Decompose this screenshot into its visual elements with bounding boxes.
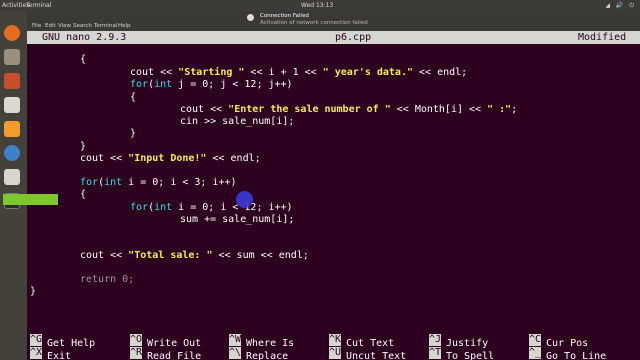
file-name: p6.cpp (335, 32, 372, 43)
amazon-icon[interactable] (4, 169, 20, 185)
code-line: { (80, 189, 87, 200)
shortcut-write-out[interactable]: ^O Write Out (130, 334, 201, 349)
launcher-dock (0, 11, 27, 360)
code-line: } (130, 128, 137, 139)
system-tray[interactable]: ◢ 🔊 ⏻ (605, 2, 636, 10)
code-line: { (80, 54, 87, 65)
system-top-bar: Activities Terminal Wed 13:13 ◢ 🔊 ⏻ (0, 0, 640, 11)
code-line: return 0; (80, 274, 135, 285)
code-line: for(int i = 0; i < 3; i++) (80, 177, 237, 188)
nano-shortcut-bar: ^G Get Help ^O Write Out ^W Where Is ^K Cut … (27, 334, 640, 360)
network-notification[interactable]: Connection Failed Activation of network … (240, 11, 380, 29)
code-line: cin >> sale_num[i]; (180, 116, 295, 127)
menu-edit[interactable]: Edit (45, 23, 56, 29)
settings-icon[interactable] (4, 121, 20, 137)
nano-title-bar: GNU nano 2.9.3 p6.cpp Modified (27, 31, 640, 44)
menu-search[interactable]: Search (73, 23, 92, 29)
code-line: cout << "Total sale: " << sum << endl; (80, 250, 309, 261)
shortcut-go-to-line[interactable]: ^_ Go To Line (529, 347, 606, 360)
menu-help[interactable]: Help (118, 23, 131, 29)
shortcut-cur-pos[interactable]: ^C Cur Pos (529, 334, 588, 349)
menu-file[interactable]: File (32, 23, 41, 29)
files-icon[interactable] (4, 49, 20, 65)
code-line: cout << "Enter the sale number of " << M… (180, 104, 518, 115)
code-line: { (130, 92, 137, 103)
menu-view[interactable]: View (58, 23, 71, 29)
help-icon[interactable] (4, 145, 20, 161)
shortcut-get-help[interactable]: ^G Get Help (30, 334, 95, 349)
menu-terminal[interactable]: Terminal (94, 23, 117, 29)
app-menu-terminal[interactable]: Terminal (26, 2, 51, 9)
shortcut-cut-text[interactable]: ^K Cut Text (329, 334, 394, 349)
code-line: for(int j = 0; j < 12; j++) (130, 79, 293, 90)
shortcut-uncut-text[interactable]: ^U Uncut Text (329, 347, 406, 360)
code-line: for(int i = 0; i < 12; i++) (130, 202, 293, 213)
nano-editor[interactable]: GNU nano 2.9.3 p6.cpp Modified { cout <<… (27, 31, 640, 360)
browser-icon[interactable] (4, 25, 20, 41)
nano-version: GNU nano 2.9.3 (42, 32, 127, 43)
text-cursor-highlight (3, 194, 58, 205)
clock[interactable]: Wed 13:13 (301, 2, 333, 9)
software-center-icon[interactable] (4, 73, 20, 89)
shortcut-replace[interactable]: ^\ Replace (229, 347, 288, 360)
code-line: sum += sale_num[i]; (180, 214, 295, 225)
network-icon (247, 14, 254, 21)
notification-title: Connection Failed (260, 13, 309, 19)
shortcut-where-is[interactable]: ^W Where Is (229, 334, 294, 349)
code-line: } (30, 286, 37, 297)
shortcut-justify[interactable]: ^J Justify (429, 334, 488, 349)
shortcut-to-spell[interactable]: ^T To Spell (429, 347, 494, 360)
code-line: cout << "Starting " << i + 1 << " year's… (130, 67, 468, 78)
code-line: } (80, 141, 87, 152)
writer-icon[interactable] (4, 97, 20, 113)
shortcut-read-file[interactable]: ^R Read File (130, 347, 201, 360)
code-line: cout << "Input Done!" << endl; (80, 153, 261, 164)
notification-body: Activation of network connection failed (260, 20, 368, 26)
modified-status: Modified (578, 32, 627, 43)
mouse-pointer-icon (236, 191, 253, 208)
shortcut-exit[interactable]: ^X Exit (30, 347, 71, 360)
